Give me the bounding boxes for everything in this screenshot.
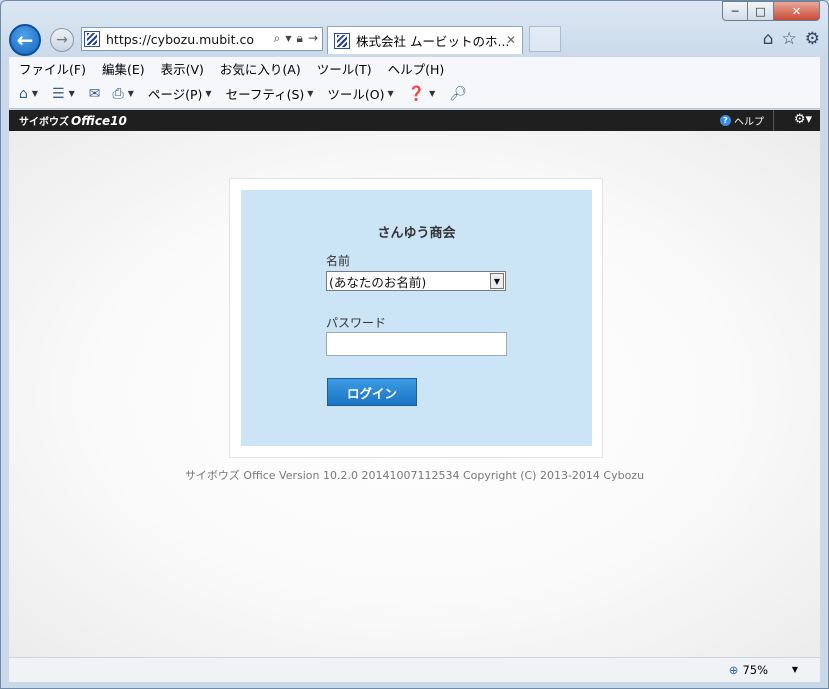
- cybozu-logo: サイボウズ Office10: [19, 114, 127, 128]
- feed-dropdown-icon[interactable]: ▼: [69, 89, 75, 98]
- close-button[interactable]: ✕: [774, 1, 820, 21]
- chevron-down-icon[interactable]: ▼: [490, 273, 504, 289]
- tab-title: 株式会社 ムービットのホ...: [356, 34, 508, 49]
- browser-window: ─ □ ✕ ← → https://cybozu.mubit.com ⌕ ▼ 🔒…: [0, 0, 829, 689]
- site-favicon-icon: [84, 31, 100, 47]
- new-tab-button[interactable]: [529, 26, 561, 52]
- minimize-button[interactable]: ─: [722, 1, 748, 21]
- menu-help[interactable]: ヘルプ(H): [388, 59, 445, 78]
- home-dropdown-icon[interactable]: ▼: [32, 89, 38, 98]
- gear-icon[interactable]: ⚙: [805, 29, 820, 49]
- zoom-level: 75%: [742, 663, 768, 677]
- navigation-bar: ← → https://cybozu.mubit.com ⌕ ▼ 🔒︎ → 株式…: [9, 23, 820, 56]
- menu-tools[interactable]: ツール(T): [317, 59, 372, 78]
- research-icon[interactable]: 🔎︎: [449, 86, 467, 102]
- window-controls: ─ □ ✕: [722, 1, 820, 21]
- help-dropdown-icon[interactable]: ▼: [429, 89, 435, 98]
- page-menu[interactable]: ページ(P): [148, 84, 203, 103]
- address-text[interactable]: https://cybozu.mubit.com: [106, 32, 254, 47]
- zoom-dropdown-icon[interactable]: ▼: [792, 665, 798, 674]
- menu-view[interactable]: 表示(V): [161, 59, 204, 78]
- lock-icon[interactable]: 🔒︎: [297, 31, 303, 46]
- zoom-control[interactable]: ⊕ 75%: [729, 663, 768, 677]
- star-icon[interactable]: ☆: [782, 29, 797, 49]
- menu-file[interactable]: ファイル(F): [19, 59, 86, 78]
- cybozu-header: サイボウズ Office10 ? ヘルプ ⚙▾: [9, 110, 820, 131]
- name-select-value: (あなたのお名前): [329, 274, 427, 290]
- tools-dropdown-icon[interactable]: ▼: [388, 89, 394, 98]
- name-select[interactable]: (あなたのお名前) ▼: [326, 271, 506, 291]
- zoom-icon: ⊕: [728, 663, 739, 677]
- address-actions: ⌕ ▼ 🔒︎ →: [274, 31, 318, 46]
- menu-favorites[interactable]: お気に入り(A): [220, 59, 301, 78]
- print-dropdown-icon[interactable]: ▼: [128, 89, 134, 98]
- help-label: ヘルプ: [734, 117, 764, 128]
- home-icon[interactable]: ⌂: [19, 86, 28, 102]
- search-icon[interactable]: ⌕: [274, 31, 281, 46]
- password-label: パスワード: [326, 316, 387, 330]
- rss-feed-icon[interactable]: ☰: [52, 86, 65, 102]
- name-label: 名前: [326, 254, 351, 268]
- menu-bar: ファイル(F) 編集(E) 表示(V) お気に入り(A) ツール(T) ヘルプ(…: [9, 57, 820, 79]
- dropdown-icon[interactable]: ▼: [285, 34, 291, 46]
- menu-edit[interactable]: 編集(E): [102, 59, 145, 78]
- login-button[interactable]: ログイン: [327, 378, 417, 406]
- copyright-text: サイボウズ Office Version 10.2.0 201410071125…: [184, 469, 645, 482]
- settings-gear-icon[interactable]: ⚙▾: [794, 112, 812, 127]
- password-input[interactable]: [326, 332, 507, 356]
- company-name: さんゆう商会: [377, 226, 456, 241]
- arrow-left-icon: ←: [16, 28, 34, 52]
- tab-close-icon[interactable]: ✕: [506, 33, 516, 47]
- mail-icon[interactable]: ✉: [89, 86, 101, 102]
- print-icon[interactable]: ⎙: [113, 86, 124, 102]
- header-help-link[interactable]: ? ヘルプ: [720, 113, 764, 128]
- tab-active[interactable]: 株式会社 ムービットのホ... ✕: [327, 26, 523, 54]
- maximize-button[interactable]: □: [748, 1, 774, 21]
- login-card: さんゆう商会 名前 (あなたのお名前) ▼ パスワード ログイン: [229, 178, 603, 458]
- page-content: さんゆう商会 名前 (あなたのお名前) ▼ パスワード ログイン サイボウズ O…: [9, 131, 820, 657]
- status-bar: ⊕ 75% ▼: [9, 657, 820, 682]
- arrow-right-icon: →: [56, 32, 68, 48]
- header-divider: [773, 110, 774, 131]
- page-dropdown-icon[interactable]: ▼: [205, 89, 211, 98]
- browser-right-icons: ⌂ ☆ ⚙: [763, 29, 820, 49]
- tools-menu[interactable]: ツール(O): [327, 84, 384, 103]
- command-bar: ⌂ ▼ ☰ ▼ ✉ ⎙ ▼ ページ(P) ▼ セーフティ(S) ▼ ツール(O) ▼ ❓ ▼ …: [9, 79, 820, 109]
- forward-button[interactable]: →: [50, 28, 74, 52]
- login-panel: さんゆう商会 名前 (あなたのお名前) ▼ パスワード ログイン: [241, 190, 592, 446]
- help-circle-icon: ?: [720, 115, 731, 126]
- address-bar[interactable]: https://cybozu.mubit.com ⌕ ▼ 🔒︎ →: [81, 27, 323, 51]
- help-icon[interactable]: ❓: [408, 86, 425, 102]
- refresh-icon[interactable]: →: [308, 31, 318, 46]
- safety-dropdown-icon[interactable]: ▼: [307, 89, 313, 98]
- tab-favicon-icon: [334, 32, 350, 49]
- home-icon[interactable]: ⌂: [763, 29, 774, 49]
- safety-menu[interactable]: セーフティ(S): [226, 84, 305, 103]
- back-button[interactable]: ←: [9, 24, 41, 56]
